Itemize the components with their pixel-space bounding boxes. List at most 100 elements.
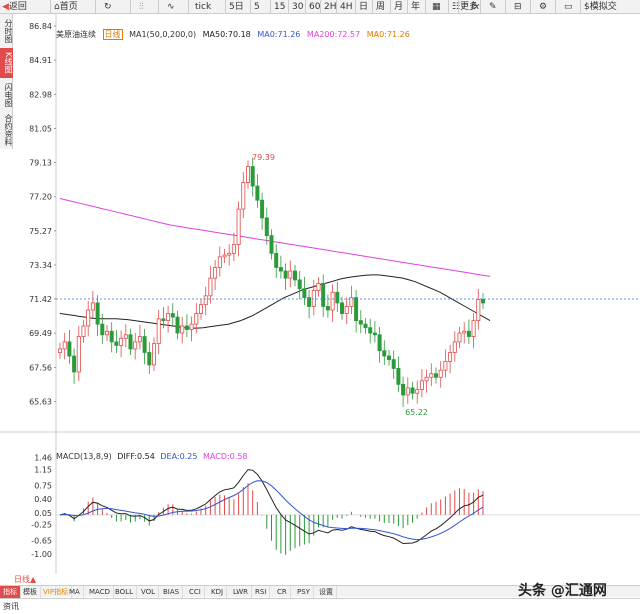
line-chart-icon: ∿	[167, 2, 175, 12]
candle-body	[283, 270, 288, 279]
period-10-button[interactable]: 年	[407, 0, 420, 14]
print-icon: ▭	[564, 2, 573, 12]
indicator-tab-7[interactable]: BIAS	[160, 586, 184, 598]
indicator-tab-1[interactable]: 模板	[20, 586, 41, 598]
period-8-button[interactable]: 周	[372, 0, 385, 14]
macd-y-tick-label: -1.00	[31, 550, 52, 559]
print-button[interactable]: ▭	[555, 0, 573, 14]
draw-button[interactable]: ✎	[480, 0, 497, 14]
ma50-label: MA50:70.18	[202, 30, 251, 39]
indicator-tab-14[interactable]: 设置	[316, 586, 337, 598]
candle-body	[123, 334, 128, 339]
back-icon: ◀	[2, 2, 9, 12]
chart-svg[interactable]: 86.84 84.91 82.98 81.05 79.13 77.20 75.27 73.34…	[0, 14, 640, 584]
candle-chart-button[interactable]: ⫶⫶	[130, 0, 144, 14]
gear-icon: ⚙	[539, 2, 548, 12]
period-4-button[interactable]: 60	[305, 0, 320, 14]
ma-label-blue: MA0:71.26	[257, 30, 301, 39]
indicator-tab-3[interactable]: MA	[66, 586, 84, 598]
candle-body	[222, 254, 227, 258]
news-label: 资讯	[3, 602, 19, 611]
indicator-tab-5[interactable]: BOLL	[112, 586, 137, 598]
back-button[interactable]: ◀返回	[2, 0, 27, 14]
period-badge: 日线	[102, 29, 123, 40]
candle-body	[377, 334, 382, 352]
candle-body	[410, 387, 415, 394]
indicator-tab-9[interactable]: KDJ	[208, 586, 228, 598]
tick-button[interactable]: tick	[188, 0, 211, 14]
candle-chart-icon: ⫶⫶	[139, 2, 144, 12]
candle-body	[194, 313, 199, 325]
candle-body	[358, 320, 363, 325]
candle-body	[175, 316, 180, 334]
refresh-icon: ↻	[104, 2, 112, 12]
tool-icon-button[interactable]: ▦	[425, 0, 441, 14]
y-tick-label: 67.56	[29, 363, 52, 372]
dea-label: DEA:0.25	[160, 452, 198, 461]
macd-y-tick-label: 0.40	[34, 495, 52, 504]
macd-title: MACD(13,8,9)	[56, 452, 112, 461]
candle-body	[363, 323, 368, 329]
candle-body	[457, 332, 462, 343]
candle-body	[236, 208, 241, 245]
period-9-button[interactable]: 月	[390, 0, 403, 14]
ruler-button[interactable]: ⊟	[505, 0, 522, 14]
caret-up-icon: ▲	[30, 575, 37, 584]
refresh-button[interactable]: ↻	[95, 0, 112, 14]
ma1-label: MA1(50,0,200,0)	[129, 30, 197, 39]
candle-body	[391, 359, 396, 369]
period-0-button[interactable]: 5日	[225, 0, 244, 14]
home-button[interactable]: ⌂首页	[50, 0, 78, 14]
ruler-icon: ⊟	[514, 2, 522, 12]
macd-y-tick-label: 1.15	[34, 466, 52, 475]
candle-body	[166, 313, 171, 322]
ma50-line	[59, 274, 491, 329]
y-tick-label: 77.20	[29, 193, 52, 202]
candle-body	[269, 235, 274, 254]
candle-body	[471, 320, 476, 337]
candle-body	[180, 325, 185, 334]
period-1-button[interactable]: 5	[250, 0, 260, 14]
candle-body	[316, 283, 321, 291]
indicator-tab-6[interactable]: VOL	[138, 586, 160, 598]
indicator-tab-0[interactable]: 指标	[0, 586, 21, 598]
macd-y-tick-label: -0.25	[31, 521, 52, 530]
kline-legend: 美原油连续 日线 MA1(50,0,200,0) MA50:70.18 MA0:…	[56, 29, 414, 40]
candle-body	[208, 277, 213, 297]
candle-body	[213, 267, 218, 279]
formula-button[interactable]: fx	[458, 0, 480, 14]
candle-body	[480, 298, 485, 304]
period-7-button[interactable]: 日	[355, 0, 368, 14]
candle-body	[227, 252, 232, 256]
candle-body	[260, 199, 265, 219]
candle-body	[452, 341, 457, 353]
period-2-button[interactable]: 15	[270, 0, 285, 14]
period-6-button[interactable]: 4H	[336, 0, 353, 14]
candle-body	[137, 336, 142, 343]
indicator-tab-12[interactable]: CR	[274, 586, 291, 598]
kline-period-tab[interactable]: 日线▲	[14, 574, 48, 585]
indicator-tab-13[interactable]: PSY	[294, 586, 314, 598]
indicator-tab-11[interactable]: RSI	[252, 586, 271, 598]
ma-label-orange: MA0:71.26	[366, 30, 410, 39]
period-3-button[interactable]: 30	[288, 0, 303, 14]
indicator-tab-4[interactable]: MACD	[86, 586, 114, 598]
candle-body	[264, 217, 269, 237]
line-chart-button[interactable]: ∿	[158, 0, 175, 14]
candle-body	[438, 369, 443, 378]
candle-body	[462, 330, 467, 334]
candle-body	[189, 323, 194, 330]
candle-body	[245, 166, 250, 183]
candle-body	[133, 341, 138, 350]
candle-body	[86, 309, 91, 327]
y-tick-label: 81.05	[29, 125, 52, 134]
simulate-trade-button[interactable]: $模拟交	[580, 0, 617, 14]
settings-button[interactable]: ⚙	[530, 0, 547, 14]
indicator-tab-10[interactable]: LWR	[230, 586, 253, 598]
indicator-tab-8[interactable]: CCI	[186, 586, 205, 598]
candle-body	[274, 252, 279, 268]
period-5-button[interactable]: 2H	[320, 0, 337, 14]
candle-body	[250, 166, 255, 187]
chart-area[interactable]: 86.84 84.91 82.98 81.05 79.13 77.20 75.27 73.34…	[0, 14, 640, 584]
top-toolbar: ◀返回 ⌂首页 ↻ ⫶⫶ ∿ tick 5日 5 15 30 60 2H 4H 日周月年 ▦ …	[0, 0, 640, 14]
